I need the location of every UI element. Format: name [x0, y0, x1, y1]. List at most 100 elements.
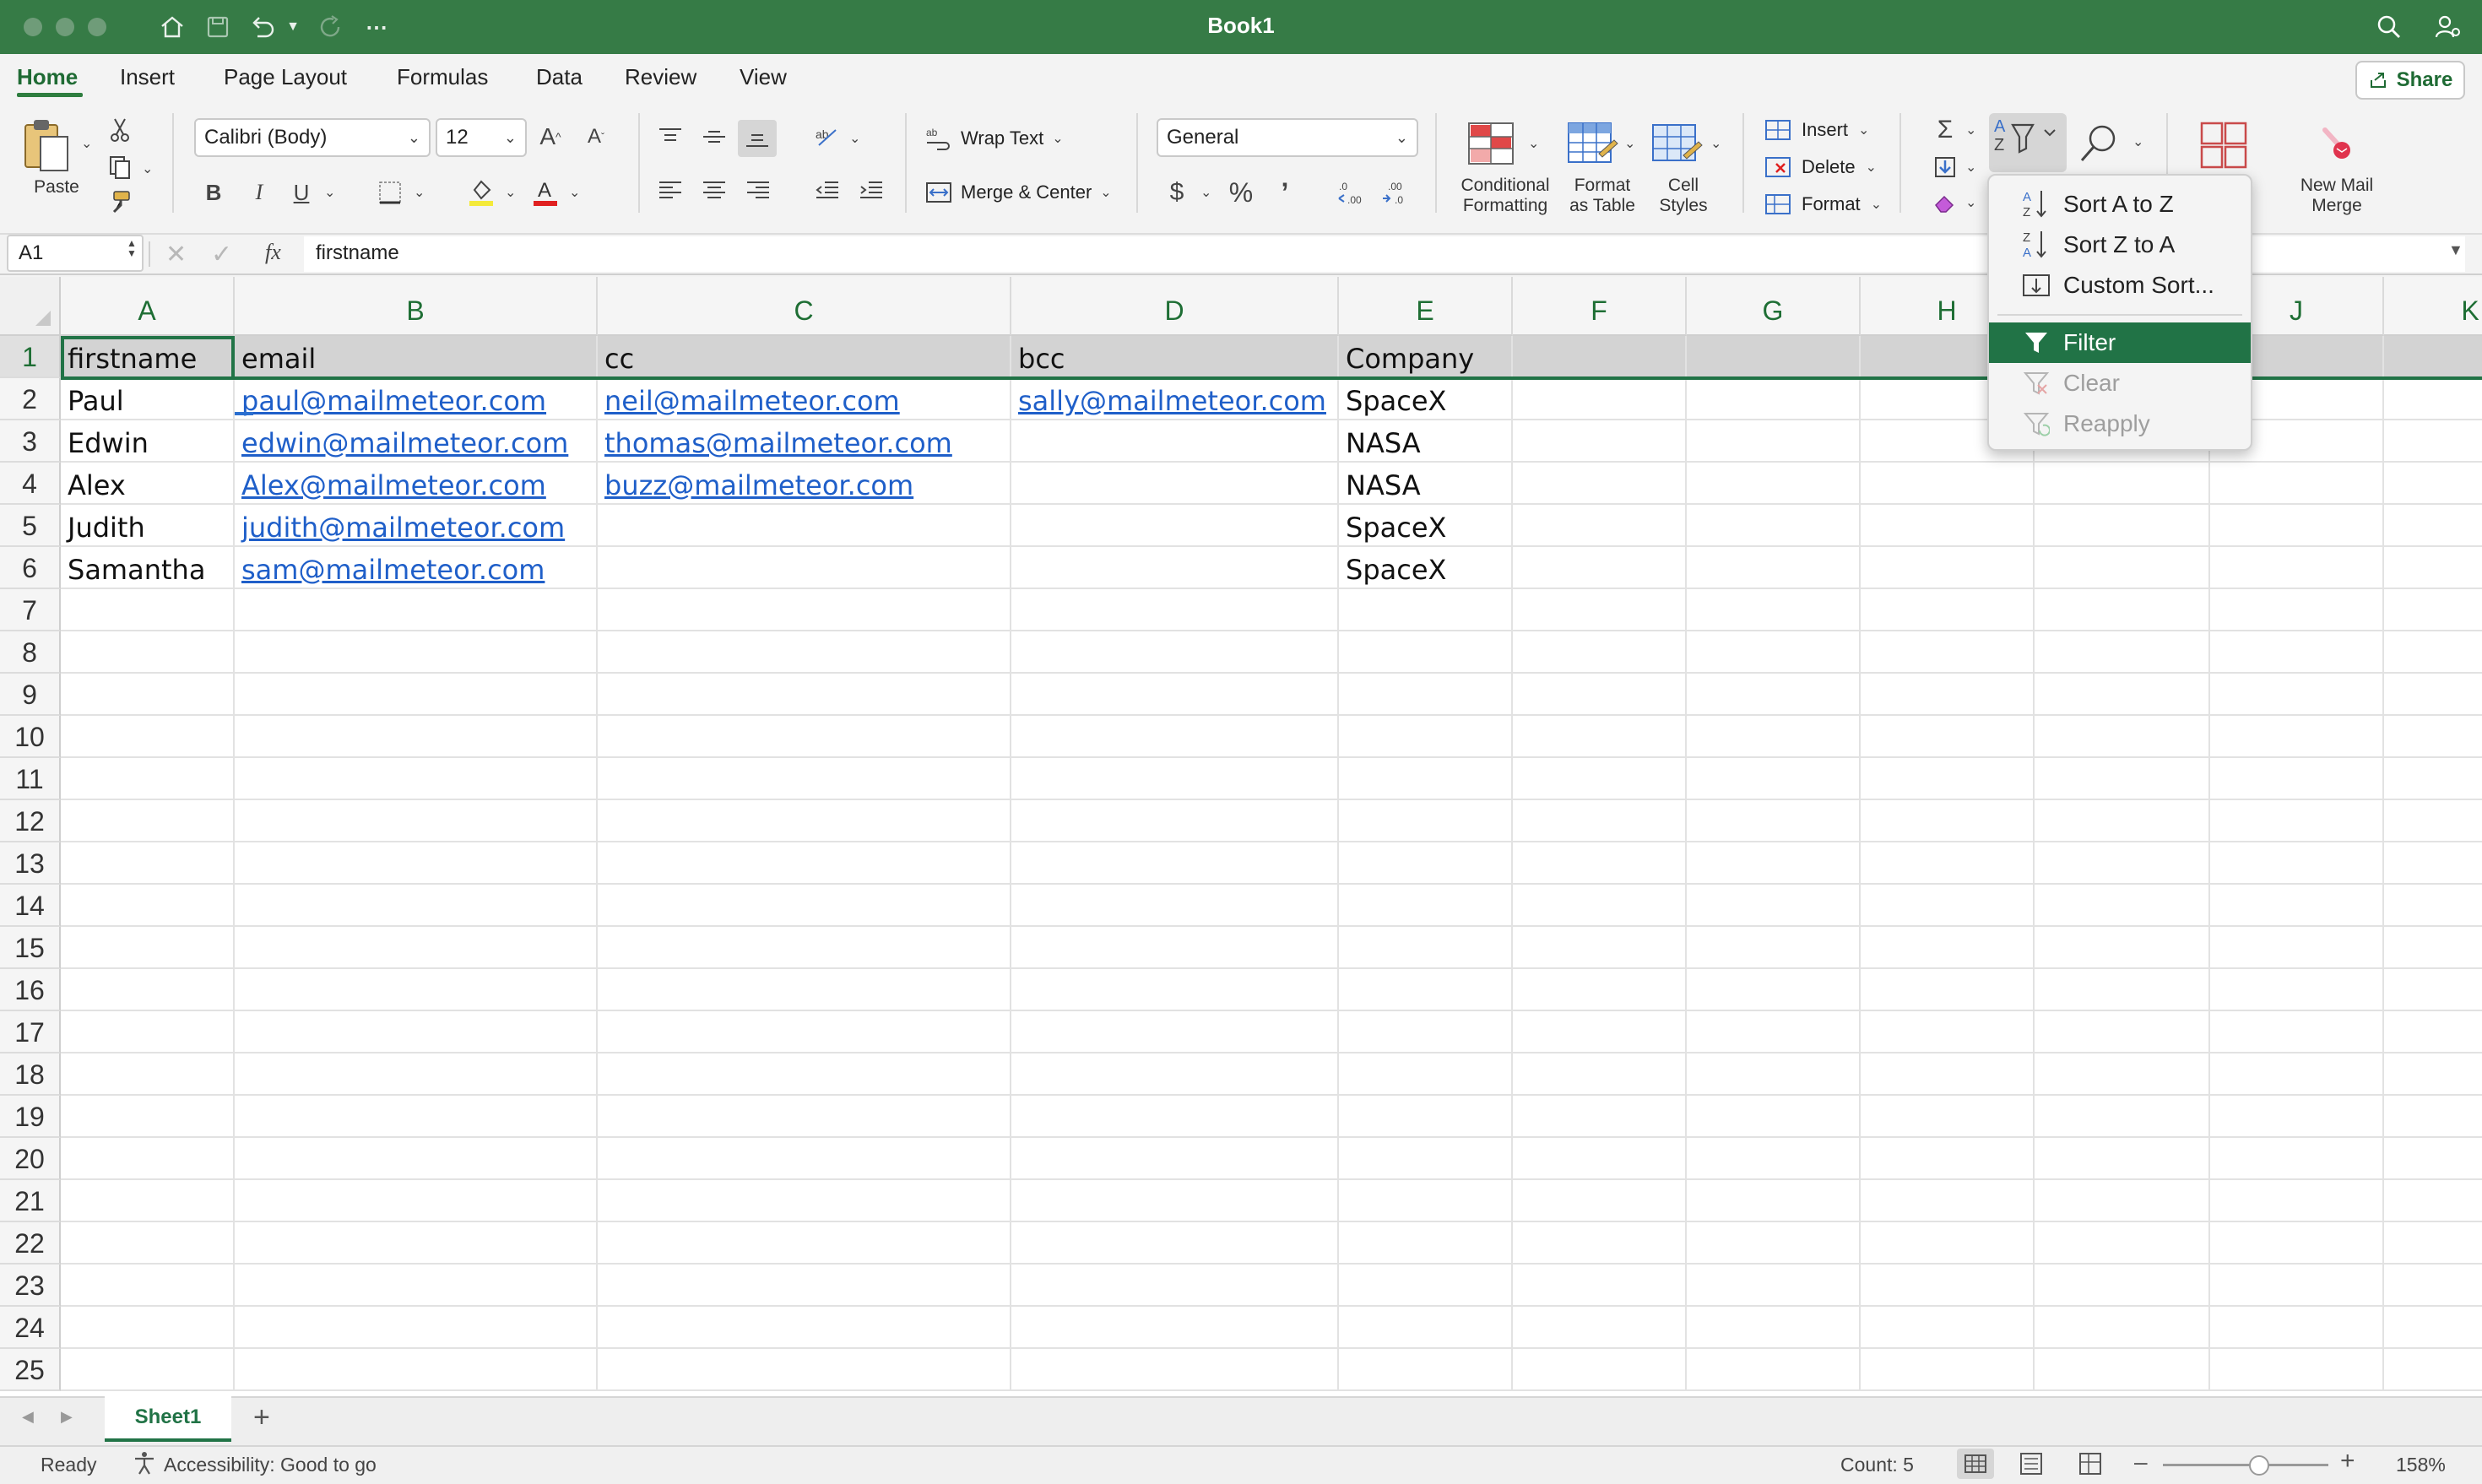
cell[interactable]: [2035, 842, 2210, 885]
cell[interactable]: bcc: [1011, 336, 1339, 378]
cell[interactable]: [2210, 631, 2384, 674]
cell[interactable]: sam@mailmeteor.com: [235, 547, 598, 589]
cell[interactable]: [598, 842, 1011, 885]
cell[interactable]: [1861, 1265, 2035, 1307]
cell[interactable]: [2210, 1180, 2384, 1222]
delete-cells-button[interactable]: Delete ⌄: [1764, 152, 1877, 182]
cell[interactable]: [2210, 758, 2384, 800]
cell[interactable]: [1513, 927, 1687, 969]
cell[interactable]: [1339, 1053, 1513, 1096]
cell[interactable]: [2384, 674, 2482, 716]
cell[interactable]: [2384, 1265, 2482, 1307]
cell[interactable]: [2210, 927, 2384, 969]
row-header-14[interactable]: 14: [0, 885, 61, 927]
increase-decimal-icon[interactable]: .0.00: [1336, 176, 1369, 209]
cell[interactable]: [1687, 336, 1861, 378]
cell[interactable]: [235, 969, 598, 1011]
column-header-d[interactable]: D: [1011, 277, 1339, 336]
name-box[interactable]: A1: [7, 235, 144, 272]
cell[interactable]: [2035, 674, 2210, 716]
paste-button[interactable]: Paste: [25, 177, 88, 198]
align-top-icon[interactable]: [653, 122, 687, 152]
cell[interactable]: [598, 631, 1011, 674]
percent-icon[interactable]: %: [1224, 176, 1258, 209]
cell[interactable]: [2384, 547, 2482, 589]
row-header-23[interactable]: 23: [0, 1265, 61, 1307]
cell[interactable]: [1011, 800, 1339, 842]
cell[interactable]: [1339, 631, 1513, 674]
cell[interactable]: [2035, 631, 2210, 674]
decrease-indent-icon[interactable]: [810, 176, 844, 206]
align-right-icon[interactable]: [741, 176, 775, 206]
cell[interactable]: [2035, 547, 2210, 589]
column-header-c[interactable]: C: [598, 277, 1011, 336]
cell[interactable]: [1011, 674, 1339, 716]
cell[interactable]: [2384, 463, 2482, 505]
cell[interactable]: [1011, 505, 1339, 547]
cell[interactable]: [1011, 1265, 1339, 1307]
align-bottom-icon[interactable]: [738, 120, 777, 157]
menu-item-reapply[interactable]: Reapply: [1989, 403, 2251, 444]
cell[interactable]: [2035, 969, 2210, 1011]
row-header-10[interactable]: 10: [0, 716, 61, 758]
cell[interactable]: [1861, 505, 2035, 547]
cell[interactable]: Alex@mailmeteor.com: [235, 463, 598, 505]
cell[interactable]: Judith: [61, 505, 235, 547]
cell[interactable]: SpaceX: [1339, 505, 1513, 547]
cell[interactable]: [1339, 1307, 1513, 1349]
cell[interactable]: [2210, 1307, 2384, 1349]
menu-item-custom-sort[interactable]: Custom Sort...: [1989, 265, 2251, 306]
row-header-2[interactable]: 2: [0, 378, 61, 420]
accessibility-icon[interactable]: [132, 1450, 157, 1476]
wrap-text-button[interactable]: ab Wrap Text ⌄: [925, 123, 1064, 154]
cell[interactable]: [1513, 1053, 1687, 1096]
cell[interactable]: [2210, 800, 2384, 842]
cell[interactable]: [1339, 1222, 1513, 1265]
cell[interactable]: [1011, 716, 1339, 758]
cell[interactable]: [1513, 589, 1687, 631]
cell[interactable]: [1687, 547, 1861, 589]
zoom-out-icon[interactable]: –: [2134, 1449, 2148, 1476]
cell[interactable]: [1861, 589, 2035, 631]
column-header-f[interactable]: F: [1513, 277, 1687, 336]
tab-review[interactable]: Review: [625, 64, 696, 90]
cell[interactable]: [61, 1180, 235, 1222]
cell[interactable]: [1339, 927, 1513, 969]
row-header-3[interactable]: 3: [0, 420, 61, 463]
menu-item-clear[interactable]: Clear: [1989, 363, 2251, 403]
row-header-17[interactable]: 17: [0, 1011, 61, 1053]
cell[interactable]: [1513, 1222, 1687, 1265]
cell[interactable]: [1861, 674, 2035, 716]
column-header-b[interactable]: B: [235, 277, 598, 336]
row-header-20[interactable]: 20: [0, 1138, 61, 1180]
cell[interactable]: [598, 547, 1011, 589]
tab-insert[interactable]: Insert: [120, 64, 175, 90]
cell[interactable]: [1339, 1180, 1513, 1222]
cell[interactable]: [2035, 1096, 2210, 1138]
cell[interactable]: sally@mailmeteor.com: [1011, 378, 1339, 420]
name-box-stepper-icon[interactable]: ▲ ▼: [127, 238, 137, 258]
row-header-16[interactable]: 16: [0, 969, 61, 1011]
cell[interactable]: [1513, 674, 1687, 716]
cell[interactable]: [1861, 1096, 2035, 1138]
cell[interactable]: [1861, 1053, 2035, 1096]
cell[interactable]: [598, 800, 1011, 842]
cell[interactable]: [235, 1265, 598, 1307]
fill-color-icon[interactable]: [466, 176, 496, 208]
cell[interactable]: [1339, 800, 1513, 842]
insert-function-icon[interactable]: fx: [265, 240, 281, 265]
cell[interactable]: [1861, 885, 2035, 927]
cell[interactable]: [1513, 1349, 1687, 1391]
menu-item-filter[interactable]: Filter: [1989, 322, 2251, 363]
cell[interactable]: [2384, 336, 2482, 378]
cell[interactable]: [598, 1349, 1011, 1391]
cell[interactable]: [598, 1180, 1011, 1222]
cell[interactable]: [2384, 1180, 2482, 1222]
cell[interactable]: [2035, 1349, 2210, 1391]
paste-dropdown-chevron-icon[interactable]: ⌄: [81, 135, 92, 152]
cell[interactable]: [2210, 1011, 2384, 1053]
cell[interactable]: [2210, 1265, 2384, 1307]
cell[interactable]: [1687, 1222, 1861, 1265]
cell[interactable]: Paul: [61, 378, 235, 420]
cell[interactable]: [2035, 800, 2210, 842]
